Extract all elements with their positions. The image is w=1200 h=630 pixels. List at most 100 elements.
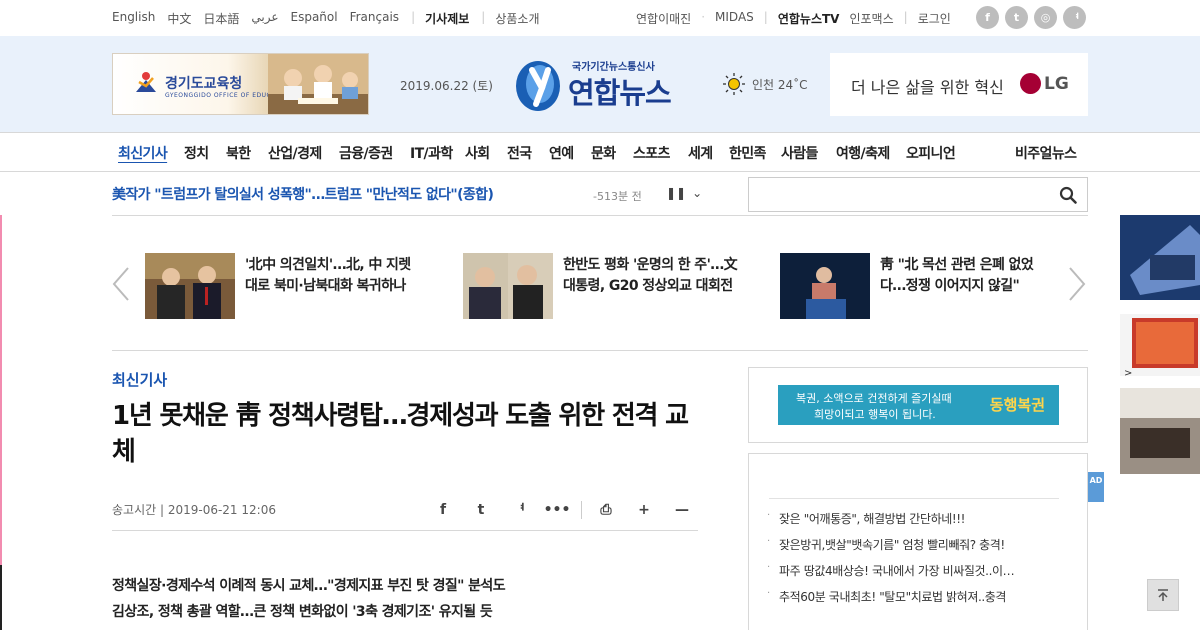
print-icon[interactable]: ⎙ — [587, 500, 625, 520]
nav-item-world[interactable]: 세계 — [688, 143, 713, 163]
carousel-title: 靑 "北 목선 관련 은폐 없었다…정쟁 이어지지 않길" — [880, 257, 1034, 294]
left-wing-edge — [0, 565, 2, 630]
nav-item-politics[interactable]: 정치 — [184, 143, 209, 163]
nav-item-latest[interactable]: 최신기사 — [118, 143, 168, 163]
nav-item-entertainment[interactable]: 연예 — [549, 143, 574, 163]
chevron-down-icon[interactable]: ⌄ — [692, 186, 702, 200]
lang-spanish[interactable]: Español — [291, 10, 338, 27]
wing-ad-tv[interactable]: > — [1120, 314, 1200, 376]
lang-arabic[interactable]: عربي — [251, 10, 278, 27]
published-time: 송고시간 | 2019-06-21 12:06 — [112, 503, 276, 517]
facebook-icon[interactable]: f — [976, 6, 999, 29]
divider — [769, 498, 1059, 499]
zoom-in-icon[interactable]: + — [625, 500, 663, 520]
divider — [112, 215, 1088, 216]
separator: | — [481, 10, 486, 24]
lotto-line-2: 희망이되고 행복이 됩니다. — [814, 408, 936, 421]
utility-links: 연합이매진 · MIDAS | 연합뉴스TV 인포맥스 | 로그인 — [636, 10, 961, 27]
util-link-midas[interactable]: MIDAS — [715, 10, 754, 27]
kakaostory-icon[interactable]: ᅧ — [1063, 6, 1086, 29]
bullet: · — [767, 588, 770, 599]
yonhap-logo-icon — [516, 61, 560, 111]
weather-widget[interactable]: 인천 24˚C — [722, 72, 808, 96]
ad-link-item[interactable]: · 파주 땅값4배상승! 국내에서 가장 비싸질것..이… — [767, 562, 1015, 588]
wing-ad-laptop[interactable] — [1120, 215, 1200, 300]
nav-item-people[interactable]: 사람들 — [781, 143, 818, 163]
search-input[interactable] — [757, 184, 1047, 206]
carousel-prev-icon[interactable] — [112, 266, 130, 302]
pause-icon[interactable]: ❚❚ — [666, 186, 686, 200]
more-icon[interactable]: ••• — [538, 500, 576, 520]
carousel-title: '北中 의견일치'…北, 中 지렛대로 북미·남북대화 복귀하나 — [245, 257, 411, 294]
main-nav: 최신기사 정치 북한 산업/경제 금융/증권 IT/과학 사회 전국 연예 문화… — [0, 132, 1200, 172]
nav-item-opinion[interactable]: 오피니언 — [906, 143, 956, 163]
ad-links-box: · 잦은 "어깨통증", 해결방법 간단하네!!! · 잦은방귀,뱃살"뱃속기름" … — [748, 453, 1088, 630]
search-icon[interactable] — [1059, 186, 1077, 204]
carousel-next-icon[interactable] — [1068, 266, 1086, 302]
language-links: English 中文 日本語 عربي Español Français | 기… — [112, 10, 552, 27]
scroll-top-button[interactable] — [1147, 579, 1179, 611]
products-link[interactable]: 상품소개 — [495, 10, 539, 27]
gyeonggi-education-ad[interactable]: 경기도교육청 GYEONGGIDO OFFICE OF EDUCATION — [112, 53, 369, 115]
ad-photo — [268, 54, 368, 114]
lang-chinese[interactable]: 中文 — [167, 10, 191, 27]
lg-brand: LG — [1020, 73, 1069, 94]
nav-item-sports[interactable]: 스포츠 — [633, 143, 670, 163]
facebook-icon[interactable]: f — [424, 500, 462, 520]
summary-line: 김상조, 정책 총괄 역할…큰 정책 변화없이 '3축 경제기조' 유지될 듯 — [112, 604, 493, 620]
nav-item-society[interactable]: 사회 — [465, 143, 490, 163]
carousel-thumb — [780, 253, 870, 319]
article-section[interactable]: 최신기사 — [112, 369, 167, 390]
ticker-controls: ❚❚ ⌄ — [666, 186, 702, 200]
wing-ad-room[interactable] — [1120, 388, 1200, 474]
twitter-icon[interactable]: t — [462, 500, 500, 520]
nav-item-economy[interactable]: 산업/경제 — [268, 143, 322, 163]
svg-text:>: > — [1124, 368, 1132, 376]
kakaostory-icon[interactable]: ᅧ — [500, 500, 538, 520]
report-link[interactable]: 기사제보 — [425, 10, 469, 27]
ad-link-item[interactable]: · 잦은방귀,뱃살"뱃속기름" 엄청 빨리빼줘? 충격! — [767, 536, 1014, 562]
nav-item-local[interactable]: 전국 — [507, 143, 532, 163]
carousel-thumb — [463, 253, 553, 319]
lang-english[interactable]: English — [112, 10, 155, 27]
login-link[interactable]: 로그인 — [918, 10, 951, 27]
lotto-line-1: 복권, 소액으로 건전하게 즐기실때 — [796, 392, 952, 405]
logo-name: 연합뉴스 — [568, 76, 672, 110]
search-box — [748, 177, 1088, 212]
ticker-time: -513분 전 — [593, 190, 642, 203]
article-summary: 정책실장·경제수석 이례적 동시 교체…"경제지표 부진 탓 경질" 분석도 김… — [112, 573, 506, 625]
breaking-ticker[interactable]: 美작가 "트럼프가 탈의실서 성폭행"…트럼프 "만난적도 없다"(종합) — [112, 184, 494, 204]
lotto-ad[interactable]: 복권, 소액으로 건전하게 즐기실때 희망이되고 행복이 됩니다. 동행복권 — [748, 367, 1088, 443]
ad-tag[interactable]: AD — [1088, 472, 1104, 502]
util-link-infomax[interactable]: 인포맥스 — [849, 10, 893, 27]
arrow-up-icon — [1158, 589, 1168, 601]
util-link-imazine[interactable]: 연합이매진 — [636, 10, 691, 27]
ad-link-text: 잦은 "어깨통증", 해결방법 간단하네!!! — [779, 512, 966, 526]
carousel-thumb — [145, 253, 235, 319]
lang-french[interactable]: Français — [350, 10, 399, 27]
zoom-out-icon[interactable]: — — [663, 500, 701, 520]
ad-link-list: · 잦은 "어깨통증", 해결방법 간단하네!!! · 잦은방귀,뱃살"뱃속기름" … — [767, 510, 1015, 614]
nav-item-finance[interactable]: 금융/증권 — [339, 143, 393, 163]
ad-link-item[interactable]: · 추적60분 국내최초! "탈모"치료법 밝혀져..충격 — [767, 588, 1014, 614]
ad-link-text: 잦은방귀,뱃살"뱃속기름" 엄청 빨리빼줘? 충격! — [779, 538, 1005, 552]
instagram-icon[interactable]: ◎ — [1034, 6, 1057, 29]
ad-link-item[interactable]: · 잦은 "어깨통증", 해결방법 간단하네!!! — [767, 510, 1014, 536]
twitter-icon[interactable]: t — [1005, 6, 1028, 29]
nav-item-visual-news[interactable]: 비주얼뉴스 — [1015, 143, 1077, 163]
nav-item-culture[interactable]: 문화 — [591, 143, 616, 163]
util-link-yonhaptv[interactable]: 연합뉴스TV — [778, 10, 840, 27]
nav-item-itscience[interactable]: IT/과학 — [410, 143, 453, 163]
lotto-brand: 동행복권 — [989, 396, 1045, 414]
yonhap-logo[interactable]: 국가기간뉴스통신사 연합뉴스 — [514, 56, 689, 114]
lang-japanese[interactable]: 日本語 — [203, 10, 239, 27]
nav-item-travel[interactable]: 여행/축제 — [836, 143, 890, 163]
nav-item-koreans[interactable]: 한민족 — [729, 143, 766, 163]
separator: | — [763, 10, 768, 24]
current-date: 2019.06.22 (토) — [400, 79, 493, 93]
education-office-logo-icon — [136, 72, 156, 92]
lg-ad[interactable]: 더 나은 삶을 위한 혁신 LG — [830, 53, 1088, 116]
separator: | — [411, 10, 416, 24]
divider — [581, 501, 582, 519]
nav-item-northkorea[interactable]: 북한 — [226, 143, 251, 163]
